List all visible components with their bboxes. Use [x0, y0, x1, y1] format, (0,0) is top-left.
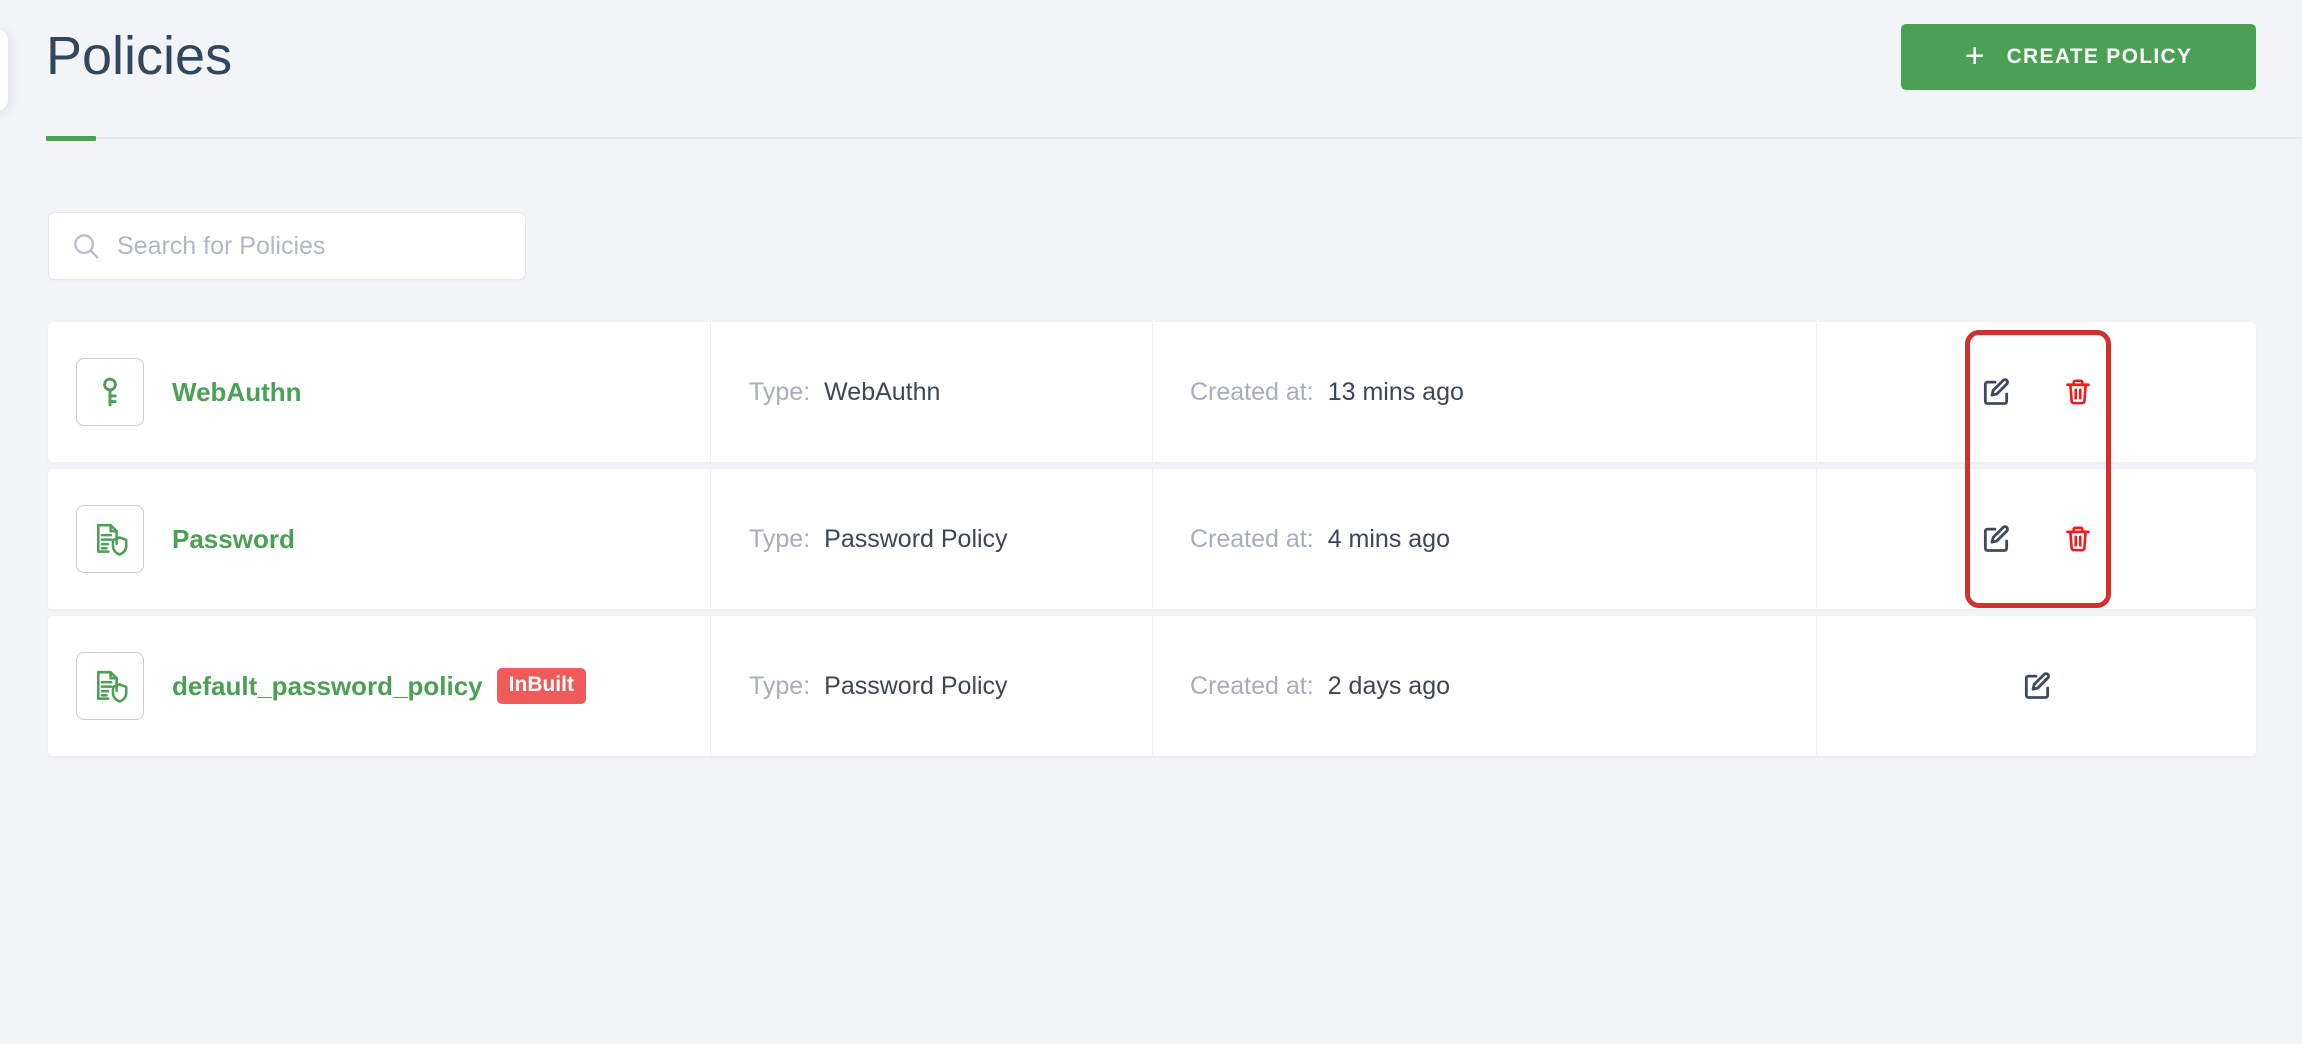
- page-title: Policies: [46, 26, 233, 86]
- type-value: Password Policy: [824, 524, 1008, 553]
- search-input[interactable]: [117, 231, 497, 261]
- type-label: Type:: [749, 671, 811, 700]
- policy-type-cell: Type: WebAuthn: [711, 322, 1153, 462]
- policy-list: WebAuthn Type: WebAuthn Created at: 13 m…: [48, 322, 2256, 763]
- header-divider: [46, 136, 2302, 141]
- create-policy-button[interactable]: + Create Policy: [1901, 24, 2256, 90]
- plus-icon: +: [1964, 36, 1985, 75]
- table-row[interactable]: WebAuthn Type: WebAuthn Created at: 13 m…: [48, 322, 2256, 462]
- divider-accent-bar: [46, 136, 96, 141]
- search-icon: [71, 231, 101, 261]
- edit-icon[interactable]: [1978, 521, 2014, 557]
- type-value: WebAuthn: [824, 377, 941, 406]
- policy-name-cell: Password: [48, 469, 711, 609]
- type-label: Type:: [749, 377, 811, 406]
- created-at-value: 2 days ago: [1327, 671, 1451, 700]
- policy-actions-cell: [1817, 322, 2256, 462]
- created-at-label: Created at:: [1190, 377, 1314, 406]
- policy-actions-cell: [1817, 616, 2256, 756]
- policy-name-group[interactable]: WebAuthn: [172, 377, 302, 408]
- policy-name-cell: WebAuthn: [48, 322, 711, 462]
- edit-icon[interactable]: [2019, 668, 2055, 704]
- divider-line: [46, 137, 2302, 139]
- created-at-label: Created at:: [1190, 671, 1314, 700]
- table-row[interactable]: Password Type: Password Policy Created a…: [48, 469, 2256, 609]
- policy-name-link[interactable]: Password: [172, 524, 295, 555]
- edit-icon[interactable]: [1978, 374, 2014, 410]
- key-icon: [76, 358, 144, 426]
- policy-type-cell: Type: Password Policy: [711, 616, 1153, 756]
- policy-created-cell: Created at: 4 mins ago: [1153, 469, 1817, 609]
- create-policy-button-label: Create Policy: [2006, 45, 2193, 68]
- type-label: Type:: [749, 524, 811, 553]
- policy-type-cell: Type: Password Policy: [711, 469, 1153, 609]
- policy-created-cell: Created at: 2 days ago: [1153, 616, 1817, 756]
- policy-name-link[interactable]: WebAuthn: [172, 377, 302, 408]
- policy-created-cell: Created at: 13 mins ago: [1153, 322, 1817, 462]
- search-box[interactable]: [48, 212, 526, 280]
- type-value: Password Policy: [824, 671, 1008, 700]
- policy-name-group[interactable]: default_password_policy InBuilt: [172, 668, 586, 704]
- page-header: Policies + Create Policy: [0, 0, 2302, 150]
- document-shield-icon: [76, 652, 144, 720]
- document-shield-icon: [76, 505, 144, 573]
- delete-icon[interactable]: [2060, 521, 2096, 557]
- status-badge: InBuilt: [496, 668, 586, 704]
- created-at-value: 4 mins ago: [1327, 524, 1450, 553]
- delete-icon[interactable]: [2060, 374, 2096, 410]
- created-at-label: Created at:: [1190, 524, 1314, 553]
- created-at-value: 13 mins ago: [1327, 377, 1464, 406]
- policy-name-cell: default_password_policy InBuilt: [48, 616, 711, 756]
- policy-name-link[interactable]: default_password_policy: [172, 671, 483, 702]
- table-row[interactable]: default_password_policy InBuilt Type: Pa…: [48, 616, 2256, 756]
- policy-name-group[interactable]: Password: [172, 524, 295, 555]
- policy-actions-cell: [1817, 469, 2256, 609]
